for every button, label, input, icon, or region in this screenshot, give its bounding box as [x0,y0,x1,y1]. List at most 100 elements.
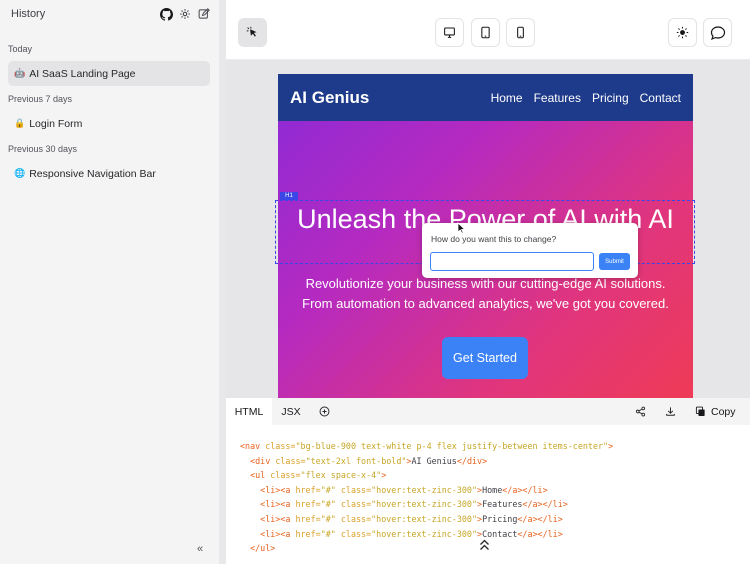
mobile-view-button[interactable] [506,18,535,47]
hero-subtitle-line-2: From automation to advanced analytics, w… [302,296,669,311]
tab-jsx[interactable]: JSX [272,398,310,425]
site-navbar: AI Genius Home Features Pricing Contact [278,74,693,121]
code-token: <li><a [260,528,296,539]
code-panel: HTML JSX Copy <nav class="bg-blue-900 te… [226,398,750,564]
code-token: "#" [320,499,341,510]
copy-icon [695,406,705,416]
preview-toolbar [226,0,750,60]
code-token: > [381,470,387,481]
group-label-previous-7-days: Previous 7 days [8,94,73,104]
code-token: class= [340,499,372,510]
code-token: class= [270,470,301,481]
github-icon[interactable] [159,7,173,21]
main-area: AI Genius Home Features Pricing Contact … [226,0,750,564]
code-token: "hover:text-zinc-300" [371,513,478,524]
chat-bubble-icon [710,25,725,40]
get-started-button[interactable]: Get Started [442,337,528,379]
code-view[interactable]: <nav class="bg-blue-900 text-white p-4 f… [240,439,613,556]
code-token: </a></li> [517,513,563,524]
monitor-icon [444,27,455,38]
code-token: > [608,441,614,451]
copy-button[interactable]: Copy [695,398,736,425]
code-token: AI Genius [411,455,457,466]
submit-button[interactable]: Submit [599,253,630,270]
desktop-view-button[interactable] [435,18,464,47]
collapse-sidebar-icon[interactable]: « [197,543,203,555]
code-token: class= [275,455,306,466]
panel-divider[interactable] [219,0,226,564]
code-line: <div class="text-2xl font-bold">AI Geniu… [240,454,613,469]
tab-html[interactable]: HTML [226,398,272,425]
pointer-select-icon [246,26,257,37]
code-token: href= [295,484,321,495]
code-token: "#" [320,484,341,495]
edit-popover: How do you want this to change? Submit [422,223,638,278]
history-item-login-form[interactable]: 🔒 Login Form [8,111,210,136]
code-line: <li><a href="#" class="hover:text-zinc-3… [240,512,613,527]
code-token: "text-2xl font-bold" [305,455,407,466]
code-token: "hover:text-zinc-300" [371,499,478,510]
history-item-responsive-navigation-bar[interactable]: 🌐 Responsive Navigation Bar [8,161,210,186]
plus-circle-icon [319,406,329,417]
site-nav-contact[interactable]: Contact [640,91,681,105]
code-line: <ul class="flex space-x-4"> [240,468,613,483]
site-nav-pricing[interactable]: Pricing [592,91,629,105]
sidebar-header: History [0,0,219,30]
group-label-previous-30-days: Previous 30 days [8,144,78,154]
code-token: href= [295,528,321,539]
code-token: class= [265,441,296,451]
code-token: <nav [240,441,266,451]
code-token: Contact [482,528,518,539]
site-logo: AI Genius [290,88,370,107]
globe-icon: 🌐 [14,168,26,178]
lock-icon: 🔒 [14,118,26,128]
history-item-ai-saas-landing-page[interactable]: 🤖 AI SaaS Landing Page [8,61,210,86]
chat-button[interactable] [703,18,732,47]
theme-toggle-button[interactable] [668,18,697,47]
code-line: </ul> [240,541,613,556]
sun-icon [676,26,689,39]
code-token: <li><a [260,499,296,510]
code-token: <ul [250,470,271,481]
code-token: "#" [320,528,341,539]
code-token: Features [482,499,523,510]
gear-icon[interactable] [178,7,192,21]
code-line: <nav class="bg-blue-900 text-white p-4 f… [240,439,613,454]
select-element-button[interactable] [238,18,267,47]
history-item-label: Login Form [29,117,83,130]
site-nav-home[interactable]: Home [491,91,523,105]
history-sidebar: History Today 🤖 AI SaaS Landing Page Pre… [0,0,219,564]
download-button[interactable] [665,398,676,425]
code-line: <li><a href="#" class="hover:text-zinc-3… [240,497,613,512]
code-token: "flex space-x-4" [300,470,382,481]
add-tab-button[interactable] [314,398,334,425]
site-nav-features[interactable]: Features [534,91,581,105]
share-button[interactable] [635,398,646,425]
download-icon [666,407,675,416]
group-label-today: Today [8,44,33,54]
robot-icon: 🤖 [14,68,26,78]
code-token: <li><a [260,513,296,524]
preview-canvas: AI Genius Home Features Pricing Contact … [226,60,750,398]
code-line: <li><a href="#" class="hover:text-zinc-3… [240,483,613,498]
tablet-view-button[interactable] [471,18,500,47]
share-icon [635,406,646,417]
hero-subtitle: Revolutionize your business with our cut… [278,274,693,314]
code-token: <li><a [260,484,296,495]
code-token: </div> [456,455,488,466]
code-tabs: HTML JSX Copy [226,398,750,425]
change-request-input[interactable] [430,252,594,271]
code-token: href= [295,499,321,510]
code-token: "bg-blue-900 text-white p-4 flex justify… [295,441,609,451]
code-token: </a></li> [517,528,563,539]
code-token: Home [482,484,503,495]
edit-icon[interactable] [197,7,211,21]
expand-panel-icon[interactable] [479,539,490,554]
code-token: href= [295,513,321,524]
selected-element-tag: H1 [280,192,298,200]
code-token: class= [340,513,372,524]
code-token: class= [340,484,372,495]
code-token: class= [340,528,372,539]
history-item-label: AI SaaS Landing Page [29,67,136,80]
sidebar-title: History [11,8,46,20]
